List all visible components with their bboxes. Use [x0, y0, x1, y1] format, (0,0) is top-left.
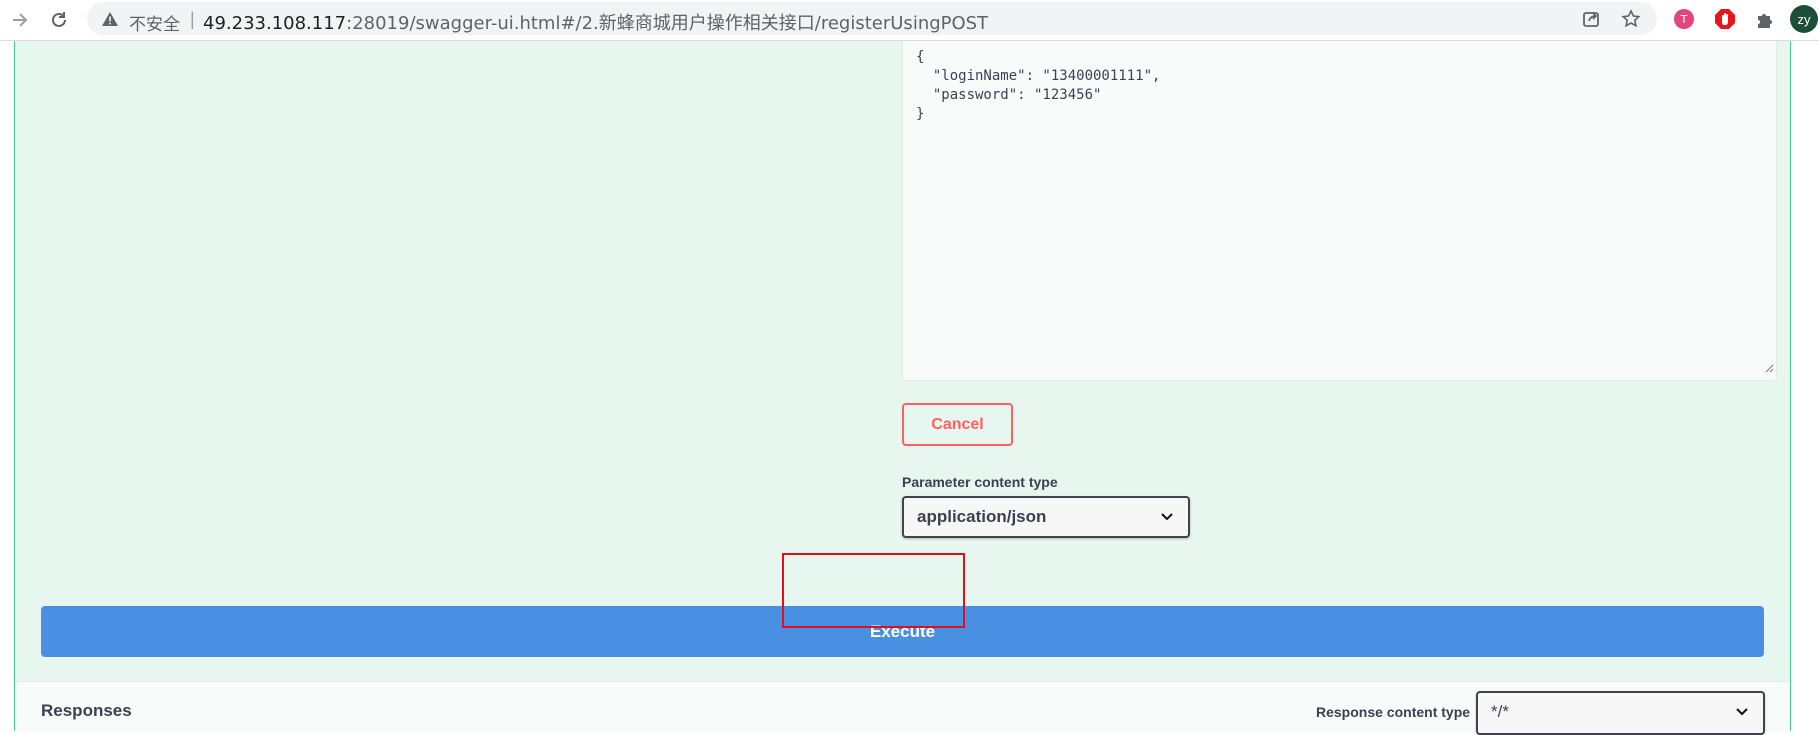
chevron-down-icon — [1735, 705, 1749, 724]
response-content-type-label: Response content type — [1316, 704, 1471, 720]
selected-value: application/json — [917, 507, 1047, 526]
profile-avatar[interactable]: zy — [1790, 5, 1818, 33]
browser-toolbar: 不安全 | 49.233.108.117:28019/swagger-ui.ht… — [0, 0, 1819, 41]
request-body-editor[interactable]: { "loginName": "13400001111", "password"… — [902, 41, 1777, 381]
address-bar[interactable]: 不安全 | 49.233.108.117:28019/swagger-ui.ht… — [87, 2, 1657, 35]
body-line: "loginName": "13400001111", — [916, 68, 1161, 84]
translate-extension-icon[interactable]: T — [1673, 8, 1695, 30]
chevron-down-icon — [1160, 510, 1174, 529]
cancel-button[interactable]: Cancel — [902, 403, 1013, 446]
forward-icon[interactable] — [6, 6, 34, 34]
selected-value: */* — [1491, 702, 1509, 721]
body-line: "password": "123456" — [916, 87, 1102, 103]
share-icon[interactable] — [1581, 9, 1601, 29]
not-secure-label[interactable]: 不安全 — [129, 10, 180, 35]
body-line: } — [916, 106, 925, 122]
parameter-content-type-label: Parameter content type — [902, 474, 1058, 490]
star-icon[interactable] — [1621, 9, 1641, 29]
adblock-extension-icon[interactable] — [1714, 8, 1736, 30]
resize-grip-icon[interactable] — [1764, 360, 1774, 378]
url-host: 49.233.108.117 — [203, 13, 347, 34]
address-separator: | — [190, 9, 195, 29]
warning-icon[interactable] — [101, 11, 119, 32]
request-body-text[interactable]: { "loginName": "13400001111", "password"… — [903, 41, 1776, 124]
responses-header: Responses Response content type */* — [15, 681, 1790, 735]
responses-title: Responses — [41, 701, 132, 720]
url-text[interactable]: 49.233.108.117:28019/swagger-ui.html#/2.… — [203, 9, 988, 35]
response-content-type-select[interactable]: */* — [1476, 691, 1765, 735]
puzzle-extension-icon[interactable] — [1754, 8, 1776, 30]
url-path: :28019/swagger-ui.html#/2.新蜂商城用户操作相关接口/r… — [346, 13, 989, 34]
body-line: { — [916, 49, 925, 65]
parameter-content-type-select[interactable]: application/json — [902, 496, 1190, 538]
svg-text:T: T — [1680, 13, 1688, 26]
reload-icon[interactable] — [45, 6, 73, 34]
highlight-annotation-box — [782, 553, 965, 628]
